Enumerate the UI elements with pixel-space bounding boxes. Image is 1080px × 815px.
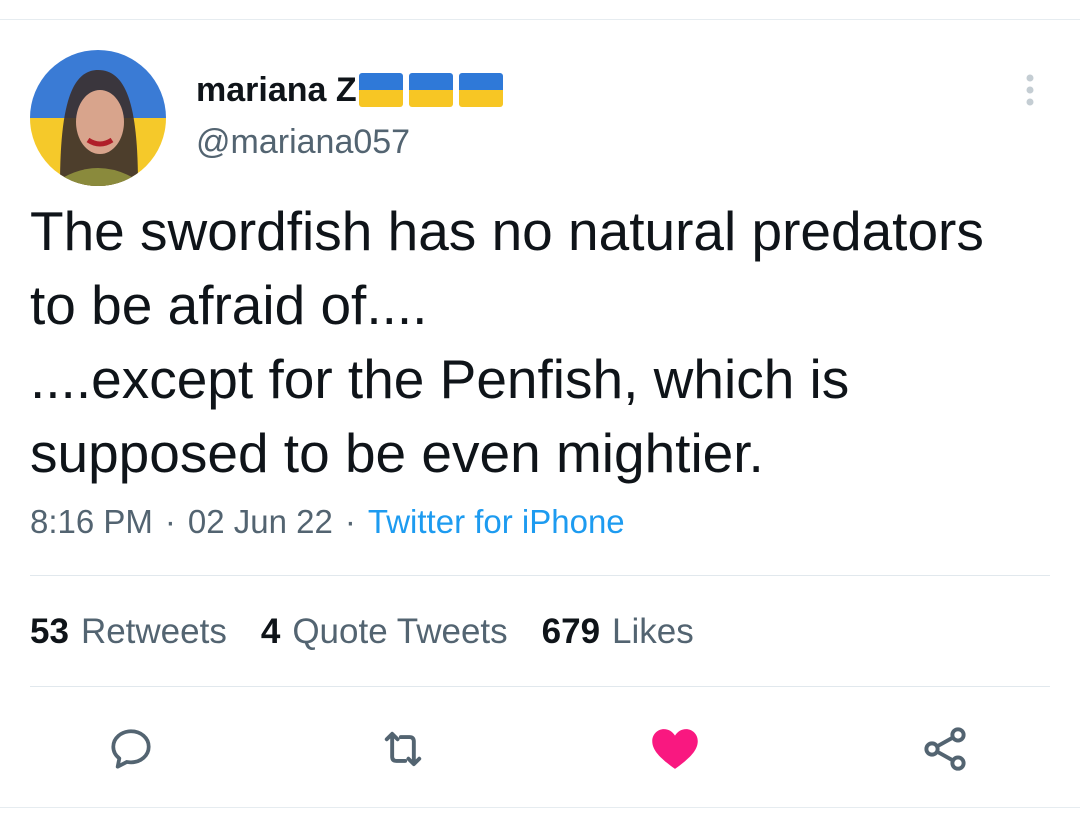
divider: [30, 575, 1050, 576]
top-border: [0, 19, 1080, 20]
tweet-text: The swordfish has no natural predators t…: [30, 194, 1040, 490]
tweet-date[interactable]: 02 Jun 22: [188, 503, 333, 540]
ukraine-flag-icon: [458, 73, 503, 107]
quote-tweets-stat[interactable]: 4 Quote Tweets: [261, 610, 508, 654]
share-button[interactable]: [918, 722, 972, 776]
tweet-text-line: The swordfish has no natural predators t…: [30, 200, 984, 336]
quote-tweets-label: Quote Tweets: [292, 612, 508, 651]
likes-stat[interactable]: 679 Likes: [542, 610, 694, 654]
avatar-image: [30, 50, 166, 186]
avatar[interactable]: [30, 50, 166, 186]
flag-emojis: [358, 73, 509, 107]
display-name-text: mariana Z: [196, 71, 357, 109]
share-icon: [924, 727, 966, 771]
meta-separator: ·: [164, 503, 176, 540]
more-options-button[interactable]: [1012, 70, 1048, 110]
likes-count: 679: [541, 612, 601, 651]
like-button[interactable]: [648, 722, 702, 776]
retweets-count: 53: [30, 612, 69, 651]
retweets-label: Retweets: [80, 612, 227, 651]
likes-label: Likes: [612, 612, 694, 651]
reply-button[interactable]: [104, 722, 158, 776]
vertical-dots-icon: [1026, 74, 1034, 106]
quote-tweets-count: 4: [260, 612, 281, 651]
bottom-border: [0, 807, 1080, 808]
tweet-stats: 53 Retweets 4 Quote Tweets 679 Likes: [30, 610, 728, 654]
divider: [30, 686, 1050, 687]
meta-separator: ·: [344, 503, 356, 540]
author-block[interactable]: mariana Z @mariana057: [196, 68, 509, 164]
ukraine-flag-icon: [358, 73, 403, 107]
retweet-button[interactable]: [376, 722, 430, 776]
user-handle: @mariana057: [196, 123, 411, 161]
tweet-source-link[interactable]: Twitter for iPhone: [368, 503, 625, 540]
tweet-time[interactable]: 8:16 PM: [30, 503, 153, 540]
retweets-stat[interactable]: 53 Retweets: [30, 610, 227, 654]
comment-icon: [111, 729, 151, 769]
heart-icon: [652, 729, 698, 769]
ukraine-flag-icon: [408, 73, 453, 107]
retweet-icon: [384, 731, 422, 767]
tweet-meta: 8:16 PM · 02 Jun 22 · Twitter for iPhone: [30, 500, 625, 544]
display-name: mariana Z: [196, 68, 509, 112]
tweet-text-line: ....except for the Penfish, which is sup…: [30, 348, 850, 484]
